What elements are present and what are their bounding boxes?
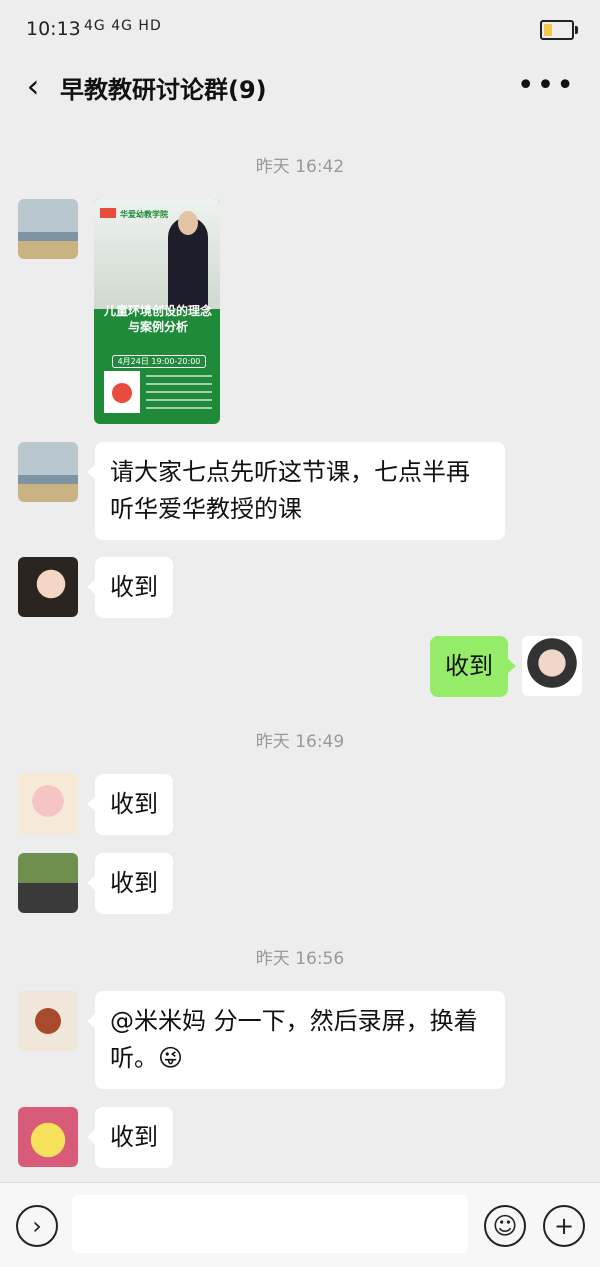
timestamp: 昨天 16:49	[255, 732, 345, 752]
avatar-group-photo[interactable]	[18, 853, 78, 913]
plus-icon[interactable]: +	[543, 1205, 585, 1247]
emoji-icon[interactable]: ☺	[484, 1205, 526, 1247]
chat-header: ‹ 早教教研讨论群(9) •••	[0, 58, 600, 114]
chat-title: 早教教研讨论群(9)	[60, 76, 267, 104]
avatar-girl[interactable]	[18, 557, 78, 617]
avatar-duck[interactable]	[18, 1107, 78, 1167]
battery-icon	[540, 20, 578, 40]
status-time: 10:13	[26, 18, 81, 40]
timestamp: 昨天 16:42	[255, 157, 345, 177]
signal-indicators: 4G 4G HD	[84, 18, 162, 34]
message-bubble[interactable]: 收到	[87, 557, 173, 618]
poster-details	[146, 375, 212, 413]
message-input[interactable]	[72, 1195, 468, 1253]
avatar-cartoon-girl[interactable]	[18, 991, 78, 1051]
input-bar: › ☺ +	[0, 1182, 600, 1267]
message-bubble[interactable]: @米米妈 分一下，然后录屏，换着听。😜	[87, 991, 505, 1089]
battery-fill	[544, 24, 552, 36]
avatar-beach[interactable]	[18, 442, 78, 502]
qr-code-icon	[104, 371, 140, 413]
more-icon[interactable]: •••	[517, 68, 576, 103]
status-bar: 10:13 4G 4G HD	[0, 0, 600, 60]
message-bubble[interactable]: 收到	[87, 853, 173, 914]
message-bubble[interactable]: 收到	[87, 774, 173, 835]
poster-brand: 华爱幼教学院	[120, 210, 168, 219]
back-chevron-icon[interactable]: ‹	[18, 67, 48, 105]
poster-title: 儿童环境创设的理念与案例分析	[103, 304, 212, 334]
brand-logo-icon	[100, 208, 116, 218]
poster-date: 4月24日 19:00-20:00	[112, 355, 206, 368]
timestamp: 昨天 16:56	[255, 949, 345, 969]
message-bubble[interactable]: 收到	[87, 1107, 173, 1168]
chat-area[interactable]: 昨天 16:42 华爱幼教学院 儿童环境创设的理念与案例分析 4月24日 19:…	[0, 114, 600, 1182]
avatar-pig[interactable]	[18, 774, 78, 834]
avatar-beach[interactable]	[18, 199, 78, 259]
voice-icon[interactable]: ›	[16, 1205, 58, 1247]
message-bubble[interactable]: 请大家七点先听这节课，七点半再听华爱华教授的课	[87, 442, 505, 540]
my-message-bubble[interactable]: 收到	[430, 636, 516, 697]
speaker-head	[178, 211, 198, 235]
my-avatar[interactable]	[522, 636, 582, 696]
poster-image[interactable]: 华爱幼教学院 儿童环境创设的理念与案例分析 4月24日 19:00-20:00	[94, 199, 220, 424]
